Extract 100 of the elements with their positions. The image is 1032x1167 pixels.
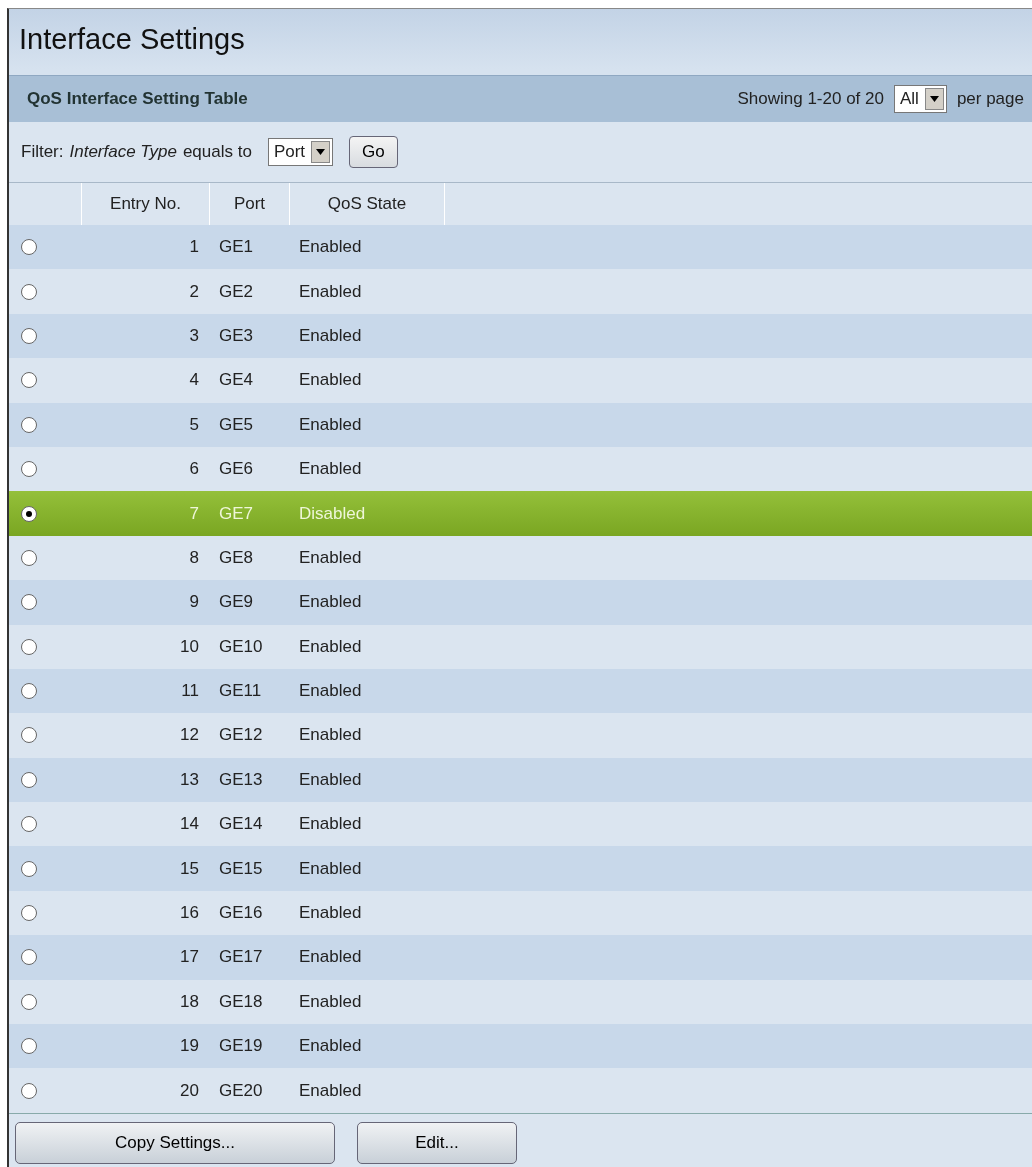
table-cell-text: 7 [188, 503, 200, 524]
table-cell-text: Enabled [298, 281, 363, 302]
table-cell-text: Enabled [298, 547, 363, 568]
filter-field: Interface Type [69, 142, 177, 162]
table-cell-text: GE2 [218, 281, 255, 302]
table-row[interactable]: 8 GE8 Enabled [9, 535, 1032, 581]
table-cell-text: GE17 [218, 947, 264, 968]
table-cell-text: Enabled [298, 414, 363, 435]
table-cell-text: Enabled [298, 858, 363, 879]
radio-button[interactable] [21, 683, 37, 700]
table-cell-text: GE11 [218, 681, 263, 702]
table-cell-text: GE3 [218, 325, 255, 346]
radio-button[interactable] [21, 993, 37, 1010]
table-cell-text: Enabled [298, 814, 363, 835]
radio-button[interactable] [21, 549, 37, 566]
table-cell-text: 16 [179, 903, 200, 924]
table-cell-text: GE4 [218, 370, 255, 391]
radio-button[interactable] [21, 860, 37, 877]
table-cell-text: GE18 [218, 991, 264, 1012]
table-cell-text: 2 [188, 281, 200, 302]
table-cell-text: GE6 [218, 459, 255, 480]
table-cell-text: 1 [188, 237, 200, 258]
table-row[interactable]: 5 GE5 Enabled [9, 402, 1032, 447]
table-row[interactable]: 1 GE1 Enabled [9, 225, 1032, 270]
table-cell-text: Enabled [298, 1036, 363, 1057]
radio-button[interactable] [21, 416, 37, 433]
table-row[interactable]: 9 GE9 Enabled [9, 580, 1032, 625]
filter-operator: equals to [182, 142, 252, 162]
table-row[interactable]: 14 GE14 Enabled [9, 802, 1032, 847]
table-cell-text: 15 [179, 858, 200, 879]
table-row[interactable]: 3 GE3 Enabled [9, 313, 1032, 359]
radio-button[interactable] [21, 327, 37, 344]
table-row[interactable]: 16 GE16 Enabled [9, 890, 1032, 936]
table-cell-text: Enabled [298, 991, 363, 1012]
table-cell-text: GE5 [218, 414, 255, 435]
table-cell-text: Enabled [298, 370, 363, 391]
table-cell-text: Enabled [298, 903, 363, 924]
table-cell-text: 4 [188, 370, 200, 391]
radio-button[interactable] [21, 638, 37, 655]
table-cell-text: 17 [179, 947, 200, 968]
table-cell-text: Enabled [298, 947, 363, 968]
table-cell-text: 9 [188, 592, 200, 613]
table-row[interactable]: 10 GE10 Enabled [9, 624, 1032, 669]
table-row[interactable]: 12 GE12 Enabled [9, 713, 1032, 758]
table-cell-text: 6 [188, 459, 200, 480]
radio-button[interactable] [21, 727, 37, 744]
radio-button[interactable] [21, 283, 37, 300]
action-button[interactable]: Edit... [357, 1121, 517, 1164]
radio-button[interactable] [21, 816, 37, 833]
radio-button[interactable] [21, 1082, 37, 1099]
table-cell-text: 13 [179, 769, 200, 790]
table-cell-text: Enabled [298, 636, 363, 657]
table-cell-text: Enabled [298, 459, 363, 480]
table-cell-text: 12 [179, 725, 200, 746]
radio-button[interactable] [21, 594, 37, 611]
radio-button[interactable] [21, 771, 37, 788]
radio-button[interactable] [21, 1038, 37, 1055]
table-cell-text: GE8 [218, 547, 255, 568]
filter-select[interactable]: Port [267, 138, 334, 166]
table-cell-text: Enabled [298, 681, 363, 702]
table-row[interactable]: 20 GE20 Enabled [9, 1068, 1032, 1113]
table-row[interactable]: 4 GE4 Enabled [9, 358, 1032, 403]
caret-icon [924, 88, 944, 110]
table-cell-text: GE14 [218, 814, 264, 835]
table-row[interactable]: 15 GE15 Enabled [9, 846, 1032, 891]
table-cell-text: Enabled [298, 769, 363, 790]
table-row[interactable]: 17 GE17 Enabled [9, 935, 1032, 980]
filter-label: Filter: [21, 142, 64, 162]
radio-button[interactable] [21, 239, 37, 256]
table-cell-text: Enabled [298, 325, 363, 346]
table-cell-text: GE20 [218, 1080, 264, 1101]
table-cell-text: GE7 [218, 503, 255, 524]
action-button[interactable]: Copy Settings... [15, 1121, 335, 1164]
table-cell-text: GE15 [218, 858, 264, 879]
table-cell-text: GE12 [218, 725, 264, 746]
radio-button[interactable] [21, 461, 37, 478]
caret-icon [311, 141, 331, 163]
radio-button[interactable] [21, 949, 37, 966]
go-button[interactable]: Go [349, 136, 398, 168]
radio-button[interactable] [21, 372, 37, 389]
table-row[interactable]: 13 GE13 Enabled [9, 757, 1032, 803]
table-cell-text: 14 [179, 814, 200, 835]
table-row[interactable]: 6 GE6 Enabled [9, 446, 1032, 492]
table-title: QoS Interface Setting Table [27, 89, 249, 109]
showing-count: Showing 1-20 of 20 [737, 89, 884, 109]
table-row[interactable]: 2 GE2 Enabled [9, 269, 1032, 314]
page-title: Interface Settings [18, 22, 246, 57]
table-row[interactable]: 18 GE18 Enabled [9, 979, 1032, 1025]
table-cell-text: Disabled [298, 503, 367, 524]
table-cell-text: 10 [179, 636, 200, 657]
per-page-select[interactable]: All [893, 85, 947, 113]
table-cell-text: GE1 [218, 237, 255, 258]
radio-button[interactable] [21, 905, 37, 922]
table-cell-text: 11 [180, 681, 200, 702]
table-cell-text: Enabled [298, 237, 363, 258]
radio-button[interactable] [21, 505, 37, 522]
table-row[interactable]: 19 GE19 Enabled [9, 1024, 1032, 1069]
table-cell-text: 19 [179, 1036, 200, 1057]
table-row[interactable]: 11 GE11 Enabled [9, 668, 1032, 714]
table-cell-text: Enabled [298, 592, 363, 613]
